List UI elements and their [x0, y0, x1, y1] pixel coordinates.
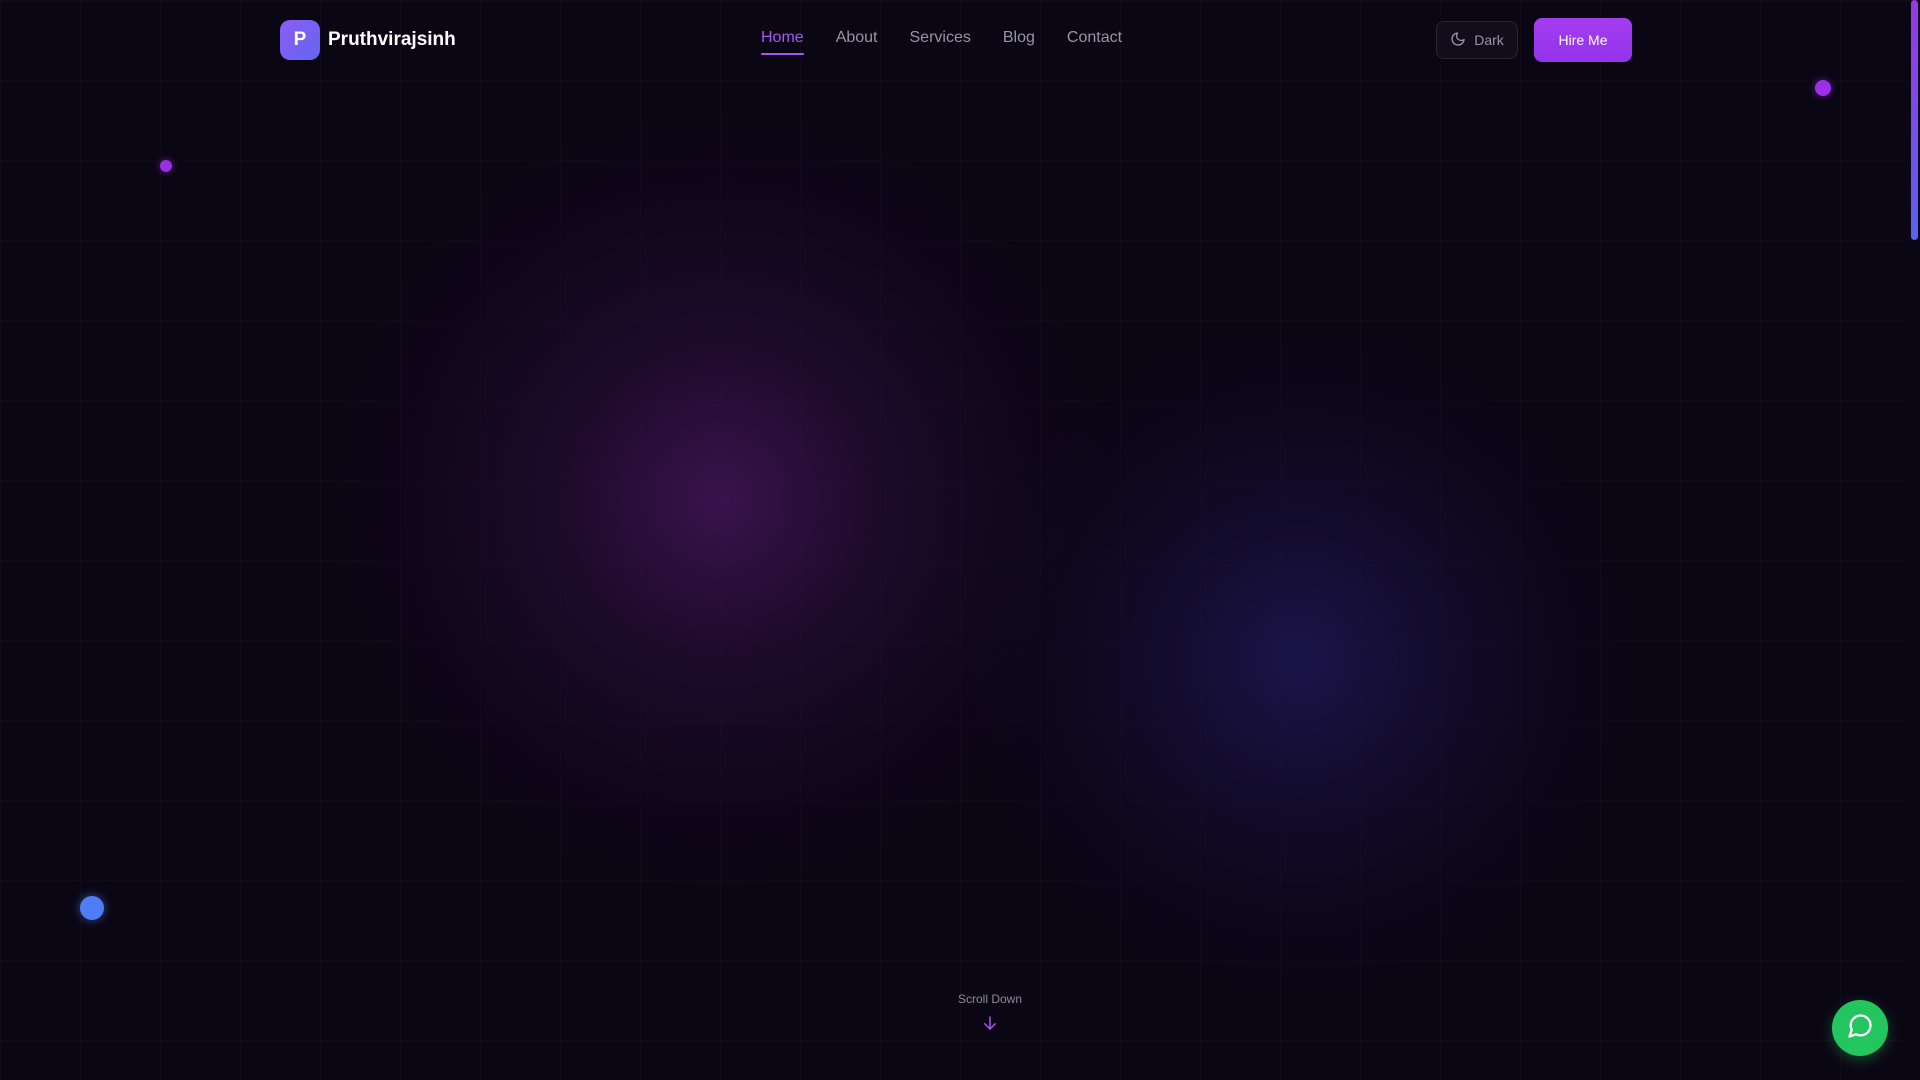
- nav-item-blog[interactable]: Blog: [1003, 29, 1035, 53]
- logo-badge: P: [280, 20, 320, 60]
- nav-item-services[interactable]: Services: [910, 29, 971, 53]
- theme-toggle-label: Dark: [1474, 32, 1504, 48]
- brand-name: Pruthvirajsinh: [328, 29, 456, 50]
- blue-glow: [970, 330, 1630, 990]
- chat-button[interactable]: [1832, 1000, 1888, 1056]
- scroll-down[interactable]: Scroll Down: [910, 992, 1070, 1032]
- arrow-down-icon: [910, 1014, 1070, 1032]
- scroll-down-label: Scroll Down: [957, 992, 1023, 1006]
- chat-bubble-icon: [1846, 1012, 1874, 1045]
- moon-icon: [1450, 31, 1466, 50]
- site-header: P Pruthvirajsinh Home About Services Blo…: [0, 0, 1920, 80]
- nav-item-contact[interactable]: Contact: [1067, 29, 1122, 53]
- nav-item-about[interactable]: About: [836, 29, 878, 53]
- hire-me-button[interactable]: Hire Me: [1534, 18, 1632, 62]
- floating-dot-purple-small: [160, 160, 172, 172]
- page: P Pruthvirajsinh Home About Services Blo…: [0, 0, 1920, 1080]
- logo[interactable]: P Pruthvirajsinh: [280, 20, 456, 60]
- theme-toggle-button[interactable]: Dark: [1436, 21, 1518, 59]
- floating-dot-purple: [1815, 80, 1831, 96]
- nav-item-home[interactable]: Home: [761, 29, 804, 55]
- floating-dot-blue: [80, 896, 104, 920]
- main-nav: Home About Services Blog Contact: [761, 29, 1122, 55]
- scrollbar-thumb[interactable]: [1911, 0, 1918, 240]
